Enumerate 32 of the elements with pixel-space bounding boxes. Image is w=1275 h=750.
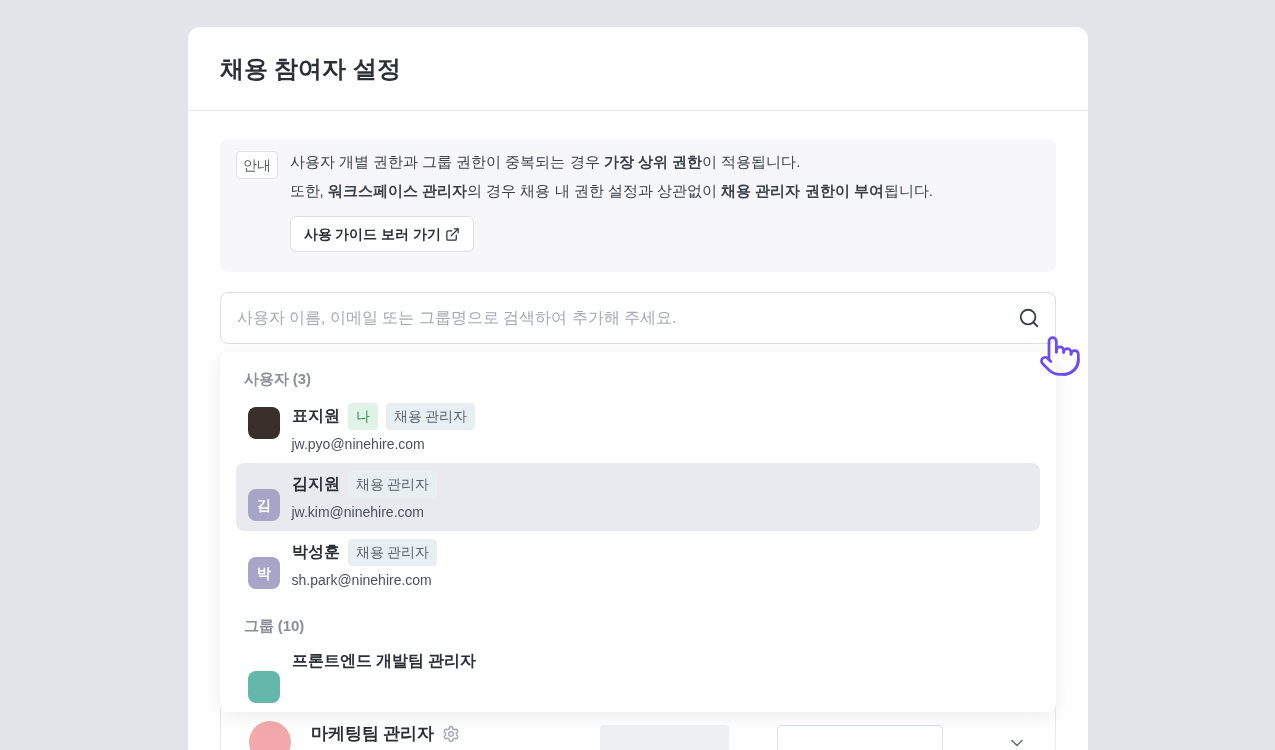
- avatar-initial: 박: [247, 556, 280, 589]
- external-link-icon: [445, 226, 461, 242]
- user-name: 박성훈: [291, 542, 340, 562]
- me-tag: 나: [347, 402, 378, 430]
- notice-text: 또한, 워크스페이스 관리자의 경우 채용 내 권한 설정과 상관없이 채용 관리자 권한이 부여됩니다.: [289, 180, 933, 201]
- user-name: 표지원: [291, 406, 340, 426]
- gear-icon[interactable]: [442, 724, 461, 743]
- hand-pointer-icon: [1037, 334, 1082, 378]
- dialog-title: 채용 참여자 설정: [219, 53, 401, 84]
- role-tag: 채용 관리자: [347, 470, 438, 498]
- search-field[interactable]: 사용자 이름, 이메일 또는 그룹명으로 검색하여 추가해 주세요.: [219, 292, 1056, 344]
- user-email: jw.pyo@ninehire.com: [291, 434, 426, 454]
- suggestion-item[interactable]: 표지원 나 채용 관리자 jw.pyo@ninehire.com: [235, 394, 1040, 463]
- suggestion-item[interactable]: 박 박성훈 채용 관리자 sh.park@ninehire.com: [235, 530, 1040, 599]
- search-icon: [1017, 307, 1040, 329]
- user-name: 프론트엔드 개발팀 관리자: [291, 651, 477, 671]
- notice-text: 사용자 개별 권한과 그룹 권한이 중복되는 경우 가장 상위 권한이 적용됩니다.: [289, 152, 802, 172]
- guide-button[interactable]: 사용 가이드 보러 가기: [289, 216, 475, 252]
- member-name: 마케팅팀 관리자: [310, 723, 435, 745]
- user-email: jw.kim@ninehire.com: [291, 502, 425, 522]
- suggestion-item[interactable]: 김 김지원 채용 관리자 jw.kim@ninehire.com: [235, 462, 1040, 531]
- photo-placeholder: [247, 406, 280, 439]
- section-heading: 사용자 (3): [242, 369, 312, 389]
- notice-tag: 안내: [235, 151, 278, 179]
- section-heading: 그룹 (10): [242, 615, 306, 636]
- avatar-initial: 김: [247, 488, 280, 521]
- user-email: sh.park@ninehire.com: [291, 570, 433, 590]
- role-tag: 채용 관리자: [385, 402, 476, 430]
- option-select[interactable]: [777, 725, 943, 750]
- user-name: 김지원: [291, 474, 340, 494]
- role-tag: 채용 관리자: [347, 538, 438, 566]
- suggestion-item[interactable]: 프론트엔드 개발팀 관리자: [235, 641, 1040, 711]
